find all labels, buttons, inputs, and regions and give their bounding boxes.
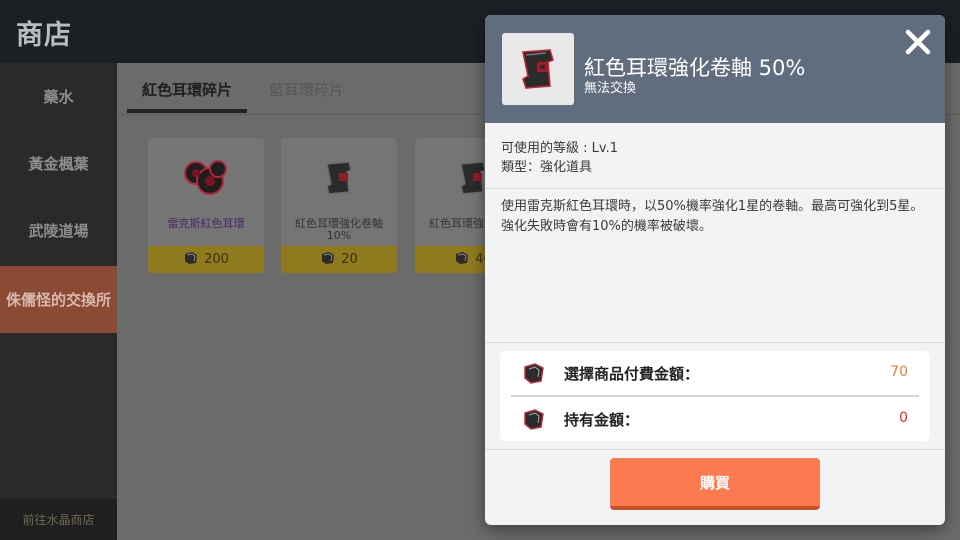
cost-label: 選擇商品付費金額： (564, 365, 700, 383)
product-name: 紅色耳環強化卷軸 10% (295, 217, 383, 242)
product-price-value: 20 (341, 252, 358, 267)
modal-header: 紅色耳環強化卷軸 50% 無法交換 (485, 15, 945, 123)
owned-value: 0 (899, 410, 908, 426)
sidebar-item-golden-maple[interactable]: 黃金楓葉 (0, 130, 117, 197)
item-type: 類型：強化道具 (501, 160, 593, 175)
divider (485, 342, 945, 343)
coin-icon (522, 362, 546, 388)
item-info: 可使用的等級 : Lv.1 類型：強化道具 (485, 123, 945, 189)
sidebar-item-gnome-exchange[interactable]: 侏儒怪的交換所 (0, 266, 117, 333)
coin-icon (183, 251, 199, 269)
product-price: 20 (281, 246, 397, 273)
product-card[interactable]: 紅色耳環強化卷軸 10% 20 (281, 138, 397, 273)
product-price-value: 200 (204, 252, 229, 267)
coin-icon (454, 251, 470, 269)
tab-red-earring-fragments[interactable]: 紅色耳環碎片 (142, 79, 232, 100)
item-description: 使用雷克斯紅色耳環時，以50%機率強化1星的卷軸。最高可強化到5星。強化失敗時會… (501, 199, 924, 234)
page-title: 商店 (16, 20, 72, 51)
sidebar: 藥水 黃金楓葉 武陵道場 侏儒怪的交換所 前往水晶商店 (0, 63, 117, 540)
close-icon[interactable] (901, 25, 935, 59)
divider (485, 449, 945, 450)
owned-row: 持有金額： 0 (500, 397, 930, 441)
sidebar-item-mulung-dojo[interactable]: 武陵道場 (0, 197, 117, 264)
sidebar-item-potion[interactable]: 藥水 (0, 63, 117, 130)
earring-icon (148, 138, 264, 218)
price-summary: 選擇商品付費金額： 70 持有金額： 0 (500, 351, 930, 441)
item-detail-modal: 紅色耳環強化卷軸 50% 無法交換 可使用的等級 : Lv.1 類型：強化道具 … (485, 15, 945, 525)
scroll-icon (281, 138, 397, 218)
tab-blue-earring-fragments[interactable]: 藍耳環碎片 (269, 79, 344, 100)
coin-icon (320, 251, 336, 269)
product-price: 200 (148, 246, 264, 273)
buy-button[interactable]: 購買 (610, 458, 820, 510)
crystal-shop-link[interactable]: 前往水晶商店 (0, 499, 117, 540)
product-card[interactable]: 雷克斯紅色耳環 200 (148, 138, 264, 273)
coin-icon (522, 408, 546, 434)
cost-value: 70 (890, 364, 908, 380)
item-level: 可使用的等級 : Lv.1 (501, 141, 618, 156)
active-tab-indicator (127, 109, 247, 113)
cost-row: 選擇商品付費金額： 70 (500, 351, 930, 395)
product-name: 雷克斯紅色耳環 (167, 217, 245, 230)
scroll-icon (502, 33, 574, 105)
owned-label: 持有金額： (564, 411, 640, 429)
item-trade-status: 無法交換 (584, 81, 637, 96)
